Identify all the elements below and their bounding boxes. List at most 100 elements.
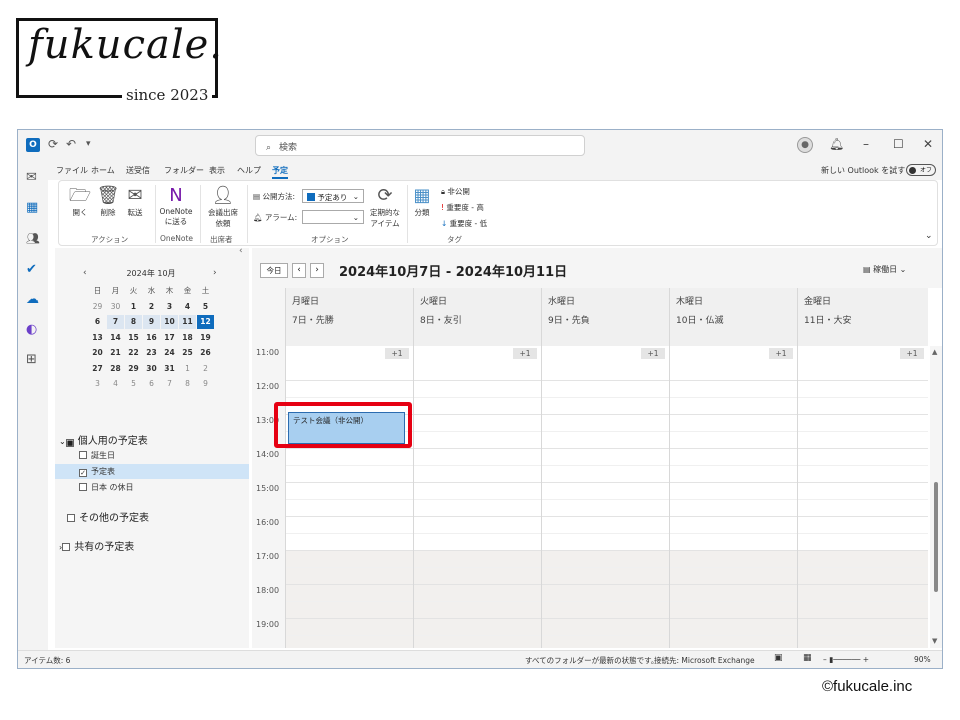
mini-cal-day[interactable]: 6 — [143, 377, 160, 391]
mini-cal-day[interactable]: 27 — [89, 362, 106, 376]
mini-cal-day[interactable]: 25 — [179, 346, 196, 360]
more-events-badge[interactable]: +1 — [385, 348, 409, 359]
day-column[interactable]: +1 — [413, 346, 541, 648]
scroll-up-icon[interactable]: ▲ — [932, 348, 937, 356]
quick-access-dropdown-icon[interactable]: ▾ — [86, 139, 91, 149]
zoom-slider[interactable]: – ▮────── + — [823, 655, 869, 664]
mini-cal-day[interactable]: 29 — [89, 300, 106, 314]
mini-cal-day[interactable]: 18 — [179, 331, 196, 345]
calendar-icon[interactable]: ▦ — [26, 200, 38, 215]
mini-cal-day[interactable]: 21 — [107, 346, 124, 360]
tab-file[interactable]: ファイル — [56, 165, 88, 176]
mini-cal-day[interactable]: 26 — [197, 346, 214, 360]
undo-icon[interactable]: ↶ — [66, 137, 76, 151]
mini-cal-day[interactable]: 2 — [143, 300, 160, 314]
day-header-thu[interactable]: 木曜日 10日・仏滅 — [669, 288, 797, 346]
mini-cal-day[interactable]: 5 — [125, 377, 142, 391]
todo-check-icon[interactable]: ✔ — [26, 262, 37, 277]
mini-cal-day[interactable]: 9 — [143, 315, 160, 329]
mini-cal-day[interactable]: 14 — [107, 331, 124, 345]
group-checkbox[interactable] — [67, 514, 75, 522]
people-icon[interactable]: 👥︎ — [26, 232, 40, 245]
prev-week-button[interactable]: ‹ — [292, 263, 306, 278]
mini-cal-next-icon[interactable]: › — [213, 268, 217, 278]
bell-icon[interactable]: 🔔︎ — [829, 137, 844, 151]
search-input[interactable]: ⌕ 検索 — [255, 135, 585, 156]
group-checkbox[interactable]: ■ — [65, 439, 74, 447]
mini-cal-day[interactable]: 12 — [197, 315, 214, 329]
mini-cal-day[interactable]: 11 — [179, 315, 196, 329]
vertical-scrollbar[interactable]: ▲ ▼ — [930, 346, 942, 648]
mini-cal-day[interactable]: 8 — [179, 377, 196, 391]
recurrence-button[interactable]: ⟳ 定期的な アイテム — [367, 185, 403, 229]
mini-cal-day[interactable]: 22 — [125, 346, 142, 360]
day-column[interactable]: +1 — [669, 346, 797, 648]
mini-cal-day[interactable]: 3 — [161, 300, 178, 314]
delete-button[interactable]: 🗑︎ 削除 — [95, 185, 121, 218]
mini-cal-day[interactable]: 5 — [197, 300, 214, 314]
group-checkbox[interactable] — [62, 543, 71, 551]
close-icon[interactable]: ✕ — [923, 137, 933, 151]
onenote-button[interactable]: N OneNote に送る — [158, 185, 194, 227]
day-header-mon[interactable]: 月曜日 7日・先勝 — [285, 288, 413, 346]
mini-cal-day[interactable]: 7 — [107, 315, 124, 329]
mini-cal-day[interactable]: 19 — [197, 331, 214, 345]
scroll-down-icon[interactable]: ▼ — [932, 637, 937, 645]
checkbox-checked[interactable]: ✓ — [79, 469, 87, 477]
tab-view[interactable]: 表示 — [209, 165, 225, 176]
tab-help[interactable]: ヘルプ — [237, 165, 261, 176]
more-events-badge[interactable]: +1 — [641, 348, 665, 359]
minimize-icon[interactable]: – — [863, 137, 869, 151]
mini-cal-day[interactable]: 10 — [161, 315, 178, 329]
day-column[interactable]: +1 — [285, 346, 413, 648]
other-calendars-group[interactable]: その他の予定表 — [67, 509, 149, 524]
mini-cal-day[interactable]: 31 — [161, 362, 178, 376]
mini-cal-day[interactable]: 30 — [107, 300, 124, 314]
mini-cal-day[interactable]: 24 — [161, 346, 178, 360]
day-header-wed[interactable]: 水曜日 9日・先負 — [541, 288, 669, 346]
attendance-button[interactable]: 👤︎ 会議出席 依頼 — [204, 185, 242, 229]
next-week-button[interactable]: › — [310, 263, 324, 278]
mini-cal-day[interactable]: 30 — [143, 362, 160, 376]
tab-appointment[interactable]: 予定 — [272, 165, 288, 179]
mini-cal-day[interactable]: 8 — [125, 315, 142, 329]
open-button[interactable]: 🗁︎ 開く — [67, 185, 93, 218]
mini-cal-day[interactable]: 3 — [89, 377, 106, 391]
show-as-select[interactable]: 予定あり ⌄ — [302, 189, 364, 203]
onedrive-cloud-icon[interactable]: ☁ — [26, 292, 39, 307]
checkbox[interactable] — [79, 451, 87, 459]
mini-cal-day[interactable]: 16 — [143, 331, 160, 345]
more-events-badge[interactable]: +1 — [900, 348, 924, 359]
mini-cal-day[interactable]: 17 — [161, 331, 178, 345]
calendar-item-birthdays[interactable]: 誕生日 — [55, 448, 249, 463]
mini-cal-day[interactable]: 9 — [197, 377, 214, 391]
mini-cal-day[interactable]: 4 — [179, 300, 196, 314]
low-importance-button[interactable]: ↓ 重要度 - 低 — [441, 218, 487, 229]
mini-cal-day[interactable]: 13 — [89, 331, 106, 345]
reading-view-icon[interactable]: ▦ — [803, 653, 812, 663]
more-events-badge[interactable]: +1 — [513, 348, 537, 359]
sync-icon[interactable]: ⟳ — [48, 137, 58, 151]
ribbon-collapse-icon[interactable]: ⌄ — [925, 231, 933, 241]
maximize-icon[interactable]: ☐ — [893, 137, 904, 151]
collapse-pane-icon[interactable]: ‹ — [239, 246, 243, 256]
day-header-fri[interactable]: 金曜日 11日・大安 — [797, 288, 928, 346]
mini-cal-day[interactable]: 4 — [107, 377, 124, 391]
mini-cal-day[interactable]: 6 — [89, 315, 106, 329]
tab-send-receive[interactable]: 送受信 — [126, 165, 150, 176]
day-header-tue[interactable]: 火曜日 8日・友引 — [413, 288, 541, 346]
checkbox[interactable] — [79, 483, 87, 491]
mini-cal-day[interactable]: 7 — [161, 377, 178, 391]
shared-calendars-group[interactable]: › 共有の予定表 — [59, 538, 134, 553]
my-calendars-group[interactable]: ⌄■ 個人用の予定表 — [59, 432, 148, 447]
tab-home[interactable]: ホーム — [91, 165, 115, 176]
avatar[interactable]: ● — [797, 137, 813, 153]
private-button[interactable]: 🔒︎ 非公開 — [441, 186, 470, 197]
copilot-icon[interactable]: ◐ — [26, 322, 37, 337]
forward-button[interactable]: ✉ 転送 — [121, 185, 149, 218]
mini-cal-day[interactable]: 23 — [143, 346, 160, 360]
high-importance-button[interactable]: ! 重要度 - 高 — [441, 202, 484, 213]
alarm-select[interactable]: ⌄ — [302, 210, 364, 224]
apps-grid-icon[interactable]: ⊞ — [26, 352, 37, 367]
normal-view-icon[interactable]: ▣ — [774, 653, 783, 663]
